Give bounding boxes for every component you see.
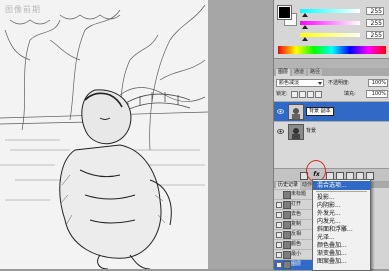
history-brush-checkbox[interactable] [276, 222, 282, 228]
document-canvas-area[interactable]: 图像前期 [0, 0, 273, 269]
tab-layers[interactable]: 图层 [276, 69, 291, 76]
blue-slider[interactable] [300, 33, 360, 41]
history-step-icon [283, 251, 291, 259]
lock-label: 锁定: [276, 91, 288, 97]
blend-opacity-row: 颜色减淡 不透明度: 100% [276, 79, 388, 88]
red-slider[interactable] [300, 9, 360, 17]
history-brush-checkbox[interactable] [276, 252, 282, 258]
lock-fill-row: 锁定: 填充: 100% [276, 90, 388, 98]
color-spectrum-bar[interactable] [278, 46, 386, 54]
layer-thumbnail [288, 124, 304, 140]
history-item-label: 打开 [291, 201, 302, 207]
layers-panel-tabs: 图层 通道 路径 [274, 68, 389, 76]
visibility-eye-icon[interactable] [277, 128, 284, 135]
layers-panel: 图层 通道 路径 颜色减淡 不透明度: 100% 锁定: 填充: 100% 背景… [274, 68, 389, 182]
lock-all-icon[interactable] [315, 91, 322, 98]
history-brush-checkbox[interactable] [276, 202, 282, 208]
green-slider-knob[interactable] [302, 25, 308, 29]
history-brush-checkbox[interactable] [276, 212, 282, 218]
history-item-label: 复制 [291, 221, 302, 227]
snapshot-thumbnail [283, 191, 291, 199]
blue-slider-knob[interactable] [302, 37, 308, 41]
history-item-label: 反相 [291, 231, 302, 237]
history-step-icon [283, 241, 291, 249]
history-item-current[interactable]: 图层 [274, 259, 314, 270]
lock-position-icon[interactable] [307, 91, 314, 98]
history-item-label: 未标题 [291, 191, 307, 197]
layer-row-background[interactable]: 背景 [274, 121, 389, 141]
red-value-field[interactable]: 255 [366, 7, 384, 15]
layer-style-menu: 混合选项... 投影... 内阴影... 外发光... 内发光... 斜面和浮雕… [312, 179, 371, 271]
sketch-photo[interactable]: 图像前期 [0, 0, 208, 269]
color-panel: 255 255 255 [274, 0, 389, 59]
tab-history[interactable]: 历史记录 [276, 182, 301, 189]
layer-thumbnail [288, 104, 304, 120]
opacity-field[interactable]: 100% [368, 79, 388, 87]
watermark-text: 图像前期 [5, 5, 41, 14]
menu-item-blending-options[interactable]: 混合选项... [313, 181, 370, 190]
history-step-icon [283, 221, 291, 229]
history-item-label: 去色 [291, 211, 302, 217]
history-brush-checkbox[interactable] [276, 262, 282, 268]
green-value-field[interactable]: 255 [366, 19, 384, 27]
blend-mode-dropdown[interactable]: 颜色减淡 [276, 79, 324, 87]
panel-divider [274, 59, 389, 68]
history-step-icon [283, 201, 291, 209]
chevron-down-icon [318, 82, 322, 85]
sketch-illustration [0, 0, 208, 269]
history-item-label: 最小 [291, 251, 302, 257]
tab-channels[interactable]: 通道 [292, 69, 307, 76]
lock-transparency-icon[interactable] [291, 91, 298, 98]
history-step-icon [283, 231, 291, 239]
red-slider-track [300, 9, 360, 13]
opacity-label: 不透明度: [328, 80, 350, 86]
history-item-label: 图层 [291, 261, 302, 267]
menu-item-pattern-overlay[interactable]: 图案叠加... [313, 257, 370, 266]
green-slider-track [300, 21, 360, 25]
foreground-color-swatch[interactable] [277, 5, 292, 20]
history-brush-checkbox[interactable] [276, 242, 282, 248]
green-slider[interactable] [300, 21, 360, 29]
history-step-icon [283, 211, 291, 219]
history-brush-checkbox[interactable] [276, 232, 282, 238]
red-slider-knob[interactable] [302, 13, 308, 17]
layer-name[interactable]: 背景 副本 [306, 107, 334, 116]
blue-value-field[interactable]: 255 [366, 31, 384, 39]
visibility-eye-icon[interactable] [277, 108, 284, 115]
history-step-icon [283, 261, 291, 269]
blue-slider-track [300, 33, 360, 37]
fill-field[interactable]: 100% [366, 90, 388, 98]
tab-paths[interactable]: 路径 [308, 69, 323, 76]
blend-mode-value: 颜色减淡 [279, 80, 300, 86]
lock-pixels-icon[interactable] [299, 91, 306, 98]
fill-label: 填充: [344, 91, 356, 97]
layer-name[interactable]: 背景 [306, 128, 316, 135]
history-item-label: 颜色 [291, 241, 302, 247]
menu-separator [316, 191, 367, 192]
layer-row-background-copy[interactable]: 背景 副本 [274, 101, 389, 121]
